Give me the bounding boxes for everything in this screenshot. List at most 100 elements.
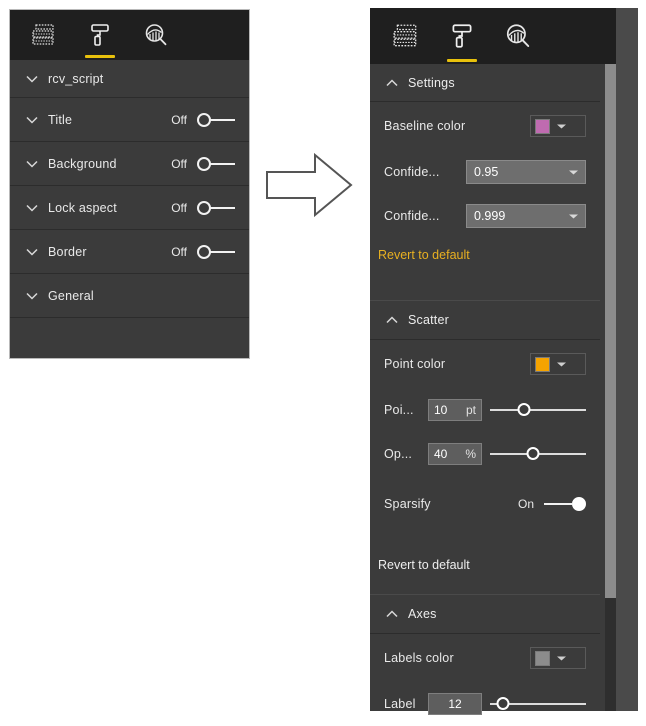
sidebar-item-title[interactable]: Title Off [10, 98, 249, 142]
toggle-knob [197, 244, 211, 259]
section-title: Scatter [408, 313, 449, 327]
row-label: Label [384, 697, 416, 711]
row-label: Baseline color [384, 119, 466, 133]
toggle-knob [197, 200, 211, 215]
section-header-scatter[interactable]: Scatter [370, 300, 600, 340]
chevron-down-icon [24, 244, 40, 260]
confidence-2-dropdown[interactable]: 0.999 [466, 204, 586, 228]
opacity-input[interactable]: 40 % [428, 443, 482, 465]
color-swatch [535, 650, 550, 666]
section-title: Settings [408, 75, 455, 90]
row-baseline-color: Baseline color [370, 102, 600, 150]
labels-color-picker[interactable] [530, 647, 586, 669]
sidebar-item-rcv-script[interactable]: rcv_script [10, 60, 249, 98]
toggle-state-text: Off [171, 200, 187, 215]
revert-label: Revert to default [378, 248, 470, 262]
point-size-input[interactable]: 10 pt [428, 399, 482, 421]
border-toggle[interactable] [197, 244, 235, 260]
lock-aspect-toggle[interactable] [197, 200, 235, 216]
numeric-value: 10 [434, 403, 448, 417]
toggle-knob [197, 112, 211, 127]
section-header-settings[interactable]: Settings [370, 64, 600, 102]
section-header-axes[interactable]: Axes [370, 594, 600, 634]
background-toggle[interactable] [197, 156, 235, 172]
label-size-slider[interactable] [490, 696, 586, 712]
row-confidence-2: Confide... 0.999 [370, 194, 600, 238]
row-label: Op... [384, 447, 413, 461]
row-point-color: Point color [370, 340, 600, 388]
panel-scrollbar-thumb[interactable] [605, 64, 616, 598]
slider-handle[interactable] [496, 697, 510, 710]
toggle-track [210, 206, 235, 209]
format-tab[interactable] [78, 10, 122, 60]
dropdown-value: 0.95 [474, 165, 499, 179]
revert-to-default-settings[interactable]: Revert to default [370, 238, 600, 272]
analytics-tab[interactable] [134, 10, 178, 60]
row-label: Confide... [384, 209, 440, 223]
chevron-up-icon [384, 312, 400, 328]
color-swatch [535, 118, 550, 134]
row-labels-color: Labels color [370, 634, 600, 682]
row-label-size: Label 12 [370, 682, 600, 726]
chevron-down-icon [568, 209, 579, 223]
fields-tab[interactable] [22, 10, 66, 60]
chevron-down-icon [24, 71, 40, 87]
sidebar-item-general[interactable]: General [10, 274, 249, 318]
confidence-1-dropdown[interactable]: 0.95 [466, 160, 586, 184]
row-label: Confide... [384, 165, 440, 179]
opacity-slider[interactable] [490, 446, 586, 462]
chevron-up-icon [384, 606, 400, 622]
row-confidence-1: Confide... 0.95 [370, 150, 600, 194]
toggle-track [544, 503, 572, 505]
chevron-down-icon [556, 649, 567, 667]
slider-track [490, 409, 586, 411]
row-point-size: Poi... 10 pt [370, 388, 600, 432]
slider-handle[interactable] [517, 403, 531, 416]
point-color-picker[interactable] [530, 353, 586, 375]
row-opacity: Op... 40 % [370, 432, 600, 476]
right-arrow-illustration [263, 150, 355, 225]
row-label: Labels color [384, 651, 454, 665]
revert-to-default-scatter[interactable]: Revert to default [370, 548, 600, 582]
fields-table-icon [31, 23, 57, 47]
toggle-state-text: Off [171, 112, 187, 127]
sparsify-toggle[interactable] [544, 496, 586, 512]
sidebar-item-lock-aspect[interactable]: Lock aspect Off [10, 186, 249, 230]
format-tab-active-indicator [85, 55, 115, 58]
toggle-track [210, 162, 235, 165]
chevron-down-icon [556, 355, 567, 373]
fields-tab[interactable] [384, 8, 428, 64]
chevron-up-icon [384, 75, 400, 91]
fields-table-icon [392, 23, 420, 49]
dropdown-value: 0.999 [474, 209, 506, 223]
sidebar-item-background[interactable]: Background Off [10, 142, 249, 186]
sidebar-item-label: General [48, 288, 94, 303]
right-panel-toolbar [370, 8, 616, 64]
row-sparsify: Sparsify On [370, 476, 600, 532]
revert-label: Revert to default [378, 558, 470, 572]
toggle-track [210, 118, 235, 121]
slider-handle[interactable] [526, 447, 540, 460]
sidebar-item-border[interactable]: Border Off [10, 230, 249, 274]
row-label: Point color [384, 357, 446, 371]
color-swatch [535, 356, 550, 372]
chevron-down-icon [24, 200, 40, 216]
baseline-color-picker[interactable] [530, 115, 586, 137]
chevron-down-icon [568, 165, 579, 179]
sidebar-item-label: Background [48, 156, 117, 171]
label-size-input[interactable]: 12 [428, 693, 482, 715]
right-panel-outer-edge [616, 8, 638, 711]
analytics-tab[interactable] [496, 8, 540, 64]
point-size-slider[interactable] [490, 402, 586, 418]
sidebar-item-label: Lock aspect [48, 200, 117, 215]
title-toggle[interactable] [197, 112, 235, 128]
numeric-unit: pt [465, 403, 476, 417]
toggle-knob [572, 497, 586, 511]
sidebar-item-label: Border [48, 244, 87, 259]
chevron-down-icon [24, 156, 40, 172]
toggle-knob [197, 156, 211, 171]
paint-roller-icon [87, 22, 113, 48]
row-label: Sparsify [384, 497, 431, 511]
format-tab[interactable] [440, 8, 484, 64]
right-format-panel: Settings Baseline color Confide... 0.95 … [370, 8, 616, 715]
